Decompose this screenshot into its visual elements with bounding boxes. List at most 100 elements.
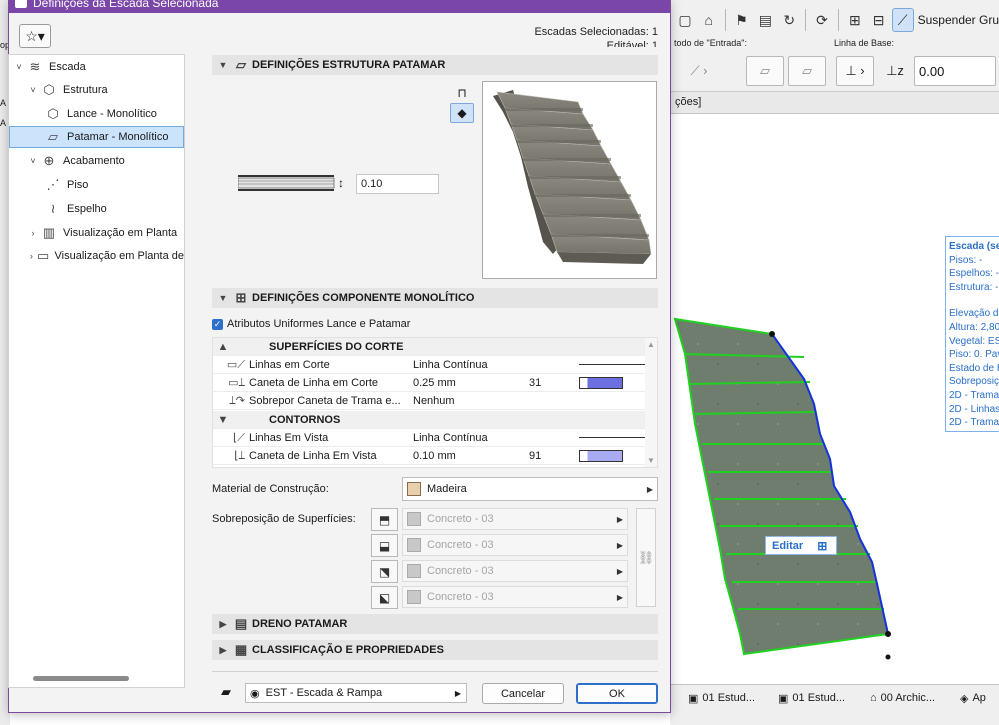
surface-top-button[interactable]: ⬒	[371, 508, 398, 531]
baseline-value-input[interactable]: 0.00	[914, 56, 996, 86]
group-outlines[interactable]: ▼ CONTORNOS	[213, 411, 646, 429]
collapse-arrow-icon[interactable]: ▼	[213, 414, 233, 426]
landing-thickness-input[interactable]: 0.10	[356, 174, 439, 194]
tree-item-patamar[interactable]: ▱ Patamar - Monolítico	[9, 126, 184, 148]
layer-dropdown[interactable]: ◉ EST - Escada & Rampa ▶	[245, 683, 467, 703]
edit-popup[interactable]: Editar ⊞	[765, 536, 837, 555]
chevron-right-icon[interactable]: ›	[27, 251, 36, 261]
refresh-icon[interactable]: ↻	[778, 8, 800, 32]
structure-icon: ⬡	[43, 82, 55, 97]
home-icon[interactable]: ⌂	[698, 8, 720, 32]
scroll-down-icon[interactable]: ▼	[647, 456, 655, 465]
dialog-title-bar[interactable]: Definições da Escada Selecionada	[9, 0, 670, 13]
info-line: 2D - Tramas	[949, 389, 999, 401]
collapse-arrow-icon[interactable]: ▼	[216, 293, 230, 303]
cancel-button[interactable]: Cancelar	[482, 683, 564, 704]
filter-icon[interactable]: ▤	[754, 8, 776, 32]
surface-side-button[interactable]: ⬓	[371, 534, 398, 557]
uniform-attributes-row[interactable]: ✓ Atributos Uniformes Lance e Patamar	[212, 318, 410, 330]
thickness-arrow-icon: ↕	[338, 176, 344, 190]
face-edge-icon: ⬕	[378, 590, 391, 605]
chevron-right-icon[interactable]: ›	[27, 228, 39, 238]
table-vertical-scrollbar[interactable]: ▲ ▼	[645, 338, 657, 467]
section-drain[interactable]: ▶ ▤ DRENO PATAMAR	[212, 614, 658, 634]
input-method-b-button[interactable]: ▱	[788, 56, 826, 86]
plan-view-button[interactable]: ⊓	[450, 83, 474, 103]
uniform-attributes-checkbox[interactable]: ✓	[212, 318, 223, 330]
tree-item-piso[interactable]: ⋰ Piso	[9, 174, 184, 196]
collapse-arrow-icon[interactable]: ▼	[216, 60, 230, 70]
line-preview	[579, 437, 645, 438]
chain-link-button[interactable]: ⛓	[636, 508, 656, 607]
3d-view-button[interactable]: ◆	[450, 103, 474, 123]
table-row[interactable]: ⟘↷ Sobrepor Caneta de Trama e... Nenhum	[213, 392, 646, 410]
tree-item-visualizacao-planta-de[interactable]: › ▭ Visualização em Planta de	[9, 245, 184, 267]
info-line: Estrutura: -	[949, 281, 999, 293]
group-cut-surfaces[interactable]: ▲ SUPERFÍCIES DO CORTE	[213, 338, 646, 356]
status-tab-2[interactable]: ▣ 01 Estud...	[778, 689, 845, 707]
tread-icon: ⋰	[46, 177, 60, 192]
tree-item-espelho[interactable]: ≀ Espelho	[9, 198, 184, 220]
status-tab-1[interactable]: ▣ 01 Estud...	[688, 689, 755, 707]
surface-dropdown-4[interactable]: Concreto - 03 ▶	[402, 586, 628, 608]
selection-info: Escadas Selecionadas: 1 Editável: 1	[534, 25, 658, 47]
surface-bottom-button[interactable]: ⬔	[371, 560, 398, 583]
riser-icon: ≀	[50, 201, 56, 216]
status-tab-4[interactable]: ◈ Ap	[960, 689, 986, 707]
section-landing-structure[interactable]: ▼ ▱ DEFINIÇÕES ESTRUTURA PATAMAR	[212, 55, 658, 75]
tree-item-lance[interactable]: ⬡ Lance - Monolítico	[9, 103, 184, 125]
ungroup-icon[interactable]: ⊟	[868, 8, 890, 32]
landing-icon: ▱	[48, 129, 58, 144]
chevron-down-icon[interactable]: ˅	[27, 156, 39, 166]
chevron-down-icon[interactable]: ˅	[27, 85, 39, 95]
tree-item-estrutura[interactable]: ˅ ⬡ Estrutura	[9, 79, 184, 101]
dialog-title: Definições da Escada Selecionada	[33, 0, 219, 10]
group-icon[interactable]: ⊞	[844, 8, 866, 32]
surface-dropdown-2[interactable]: Concreto - 03 ▶	[402, 534, 628, 556]
input-method-a-button[interactable]: ▱	[746, 56, 784, 86]
view-tab[interactable]: ções]	[670, 92, 999, 114]
info-line: Altura: 2,80	[949, 321, 999, 333]
pen-color-swatch[interactable]	[579, 449, 645, 462]
tree-horizontal-scrollbar[interactable]	[33, 676, 129, 681]
status-tab-3[interactable]: ⌂ 00 Archic...	[870, 689, 935, 707]
suspend-groups-icon[interactable]: ⟋	[891, 8, 914, 32]
doc-icon[interactable]: ▢	[674, 8, 696, 32]
tree-item-acabamento[interactable]: ˅ ⊕ Acabamento	[9, 150, 184, 172]
collapse-arrow-icon[interactable]: ▲	[213, 341, 233, 353]
baseline-mode-button[interactable]: ⊥ ›	[836, 56, 874, 86]
edit-label[interactable]: Editar	[772, 540, 803, 552]
pen-color-swatch[interactable]	[579, 376, 645, 389]
sync-icon[interactable]: ⟳	[811, 8, 833, 32]
view-icon: ▣	[688, 692, 699, 705]
qr-edit-icon[interactable]: ⊞	[817, 539, 827, 553]
section-monolithic[interactable]: ▼ ⊞ DEFINIÇÕES COMPONENTE MONOLÍTICO	[212, 288, 658, 308]
surface-dropdown-3[interactable]: Concreto - 03 ▶	[402, 560, 628, 582]
info-line: Piso: 0. Pavi	[949, 349, 999, 361]
face-side-icon: ⬓	[378, 538, 391, 553]
ok-button[interactable]: OK	[576, 683, 658, 704]
surface-dropdown-1[interactable]: Concreto - 03 ▶	[402, 508, 628, 530]
expand-arrow-icon[interactable]: ▶	[216, 619, 230, 630]
table-row[interactable]: ▭⟋ Linhas em Corte Linha Contínua	[213, 356, 646, 374]
face-bottom-icon: ⬔	[378, 564, 391, 579]
material-label: Material de Construção:	[212, 483, 329, 495]
left-strip-text-2: A	[0, 98, 7, 108]
flag-icon[interactable]: ⚑	[731, 8, 753, 32]
material-dropdown[interactable]: Madeira ▶	[402, 477, 658, 501]
chevron-right-icon: ▶	[646, 484, 653, 494]
chevron-down-icon[interactable]: ˅	[13, 62, 25, 72]
input-method-icon[interactable]: ⟋ ›	[670, 56, 728, 86]
info-line: Elevação da	[949, 308, 999, 320]
tree-item-escada[interactable]: ˅ ≋ Escada	[9, 56, 184, 78]
expand-arrow-icon[interactable]: ▶	[216, 645, 230, 656]
table-row[interactable]: ⌊⟋ Linhas Em Vista Linha Contínua	[213, 429, 646, 447]
section-classification[interactable]: ▶ ▦ CLASSIFICAÇÃO E PROPRIEDADES	[212, 640, 658, 660]
suspend-groups-label[interactable]: Suspender Gru	[918, 13, 999, 27]
table-row[interactable]: ▭⟘ Caneta de Linha em Corte 0.25 mm 31	[213, 374, 646, 392]
scroll-up-icon[interactable]: ▲	[647, 340, 655, 349]
surface-edge-button[interactable]: ⬕	[371, 586, 398, 609]
favorites-button[interactable]: ☆▾	[19, 24, 51, 48]
tree-item-visualizacao-planta[interactable]: › ▥ Visualização em Planta	[9, 222, 184, 244]
table-row[interactable]: ⌊⟘ Caneta de Linha Em Vista 0.10 mm 91	[213, 447, 646, 465]
